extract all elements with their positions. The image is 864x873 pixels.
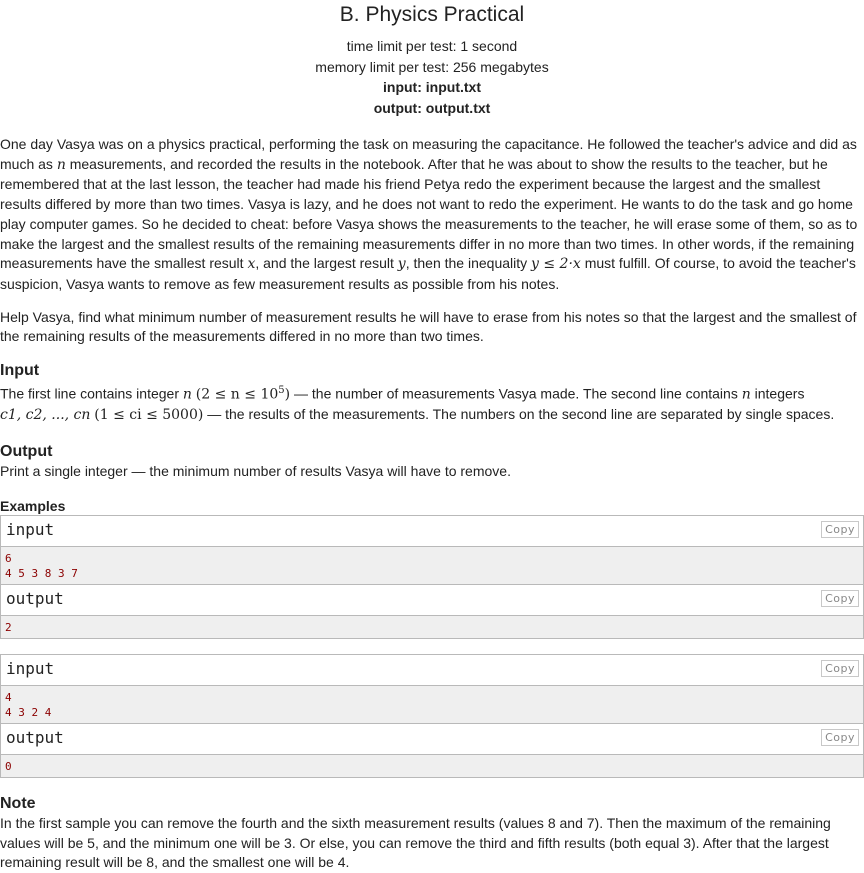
copy-button[interactable]: Copy [821, 728, 859, 746]
note-text: In the first sample you can remove the f… [0, 814, 831, 871]
math-var: y [397, 256, 406, 273]
examples-title: Examples [0, 497, 66, 514]
example-1: input Copy 6 4 5 3 8 3 7 output Copy 2 [0, 514, 864, 639]
time-limit: time limit per test: 1 second [346, 38, 518, 54]
examples-section: Examples input Copy 6 4 5 3 8 3 7 output… [0, 497, 864, 778]
output-header: output Copy [1, 722, 863, 755]
text: The first line contains integer [0, 385, 183, 402]
text: measurements, and recorded the results i… [0, 155, 858, 272]
example-2: input Copy 4 4 3 2 4 output Copy 0 [0, 653, 864, 778]
input-data: 4 4 3 2 4 [1, 685, 863, 723]
copy-button[interactable]: Copy [821, 589, 859, 607]
text: , and the largest result [255, 255, 398, 272]
math-sequence: c1, c2, ..., cn [0, 407, 91, 424]
text: integers [750, 385, 805, 402]
math-constraint: (1 ≤ ci ≤ 5000) [94, 407, 204, 424]
input-file: input: input.txt [383, 79, 481, 95]
output-section: Output Print a single integer — the mini… [0, 442, 864, 482]
input-label: input [6, 658, 55, 678]
output-header: output Copy [1, 583, 863, 616]
math-inequality: y ≤ 2·x [531, 256, 581, 273]
input-section-title: Input [0, 362, 40, 380]
problem-statement: One day Vasya was on a physics practical… [0, 135, 864, 347]
input-section: Input The first line contains integer n … [0, 361, 864, 426]
output-file: output: output.txt [373, 99, 491, 116]
text: — the results of the measurements. The n… [203, 406, 835, 423]
output-data: 0 [1, 754, 863, 777]
output-label: output [6, 588, 64, 608]
output-section-text: Print a single integer — the minimum num… [0, 463, 511, 480]
memory-limit: memory limit per test: 256 megabytes [315, 58, 549, 75]
text: , then the inequality [405, 255, 532, 272]
statement-paragraph-2: Help Vasya, find what minimum number of … [0, 308, 857, 345]
text: — the number of measurements Vasya made.… [290, 385, 742, 402]
math-var: n [56, 156, 66, 173]
input-data: 6 4 5 3 8 3 7 [1, 546, 863, 584]
math-constraint: (2 ≤ n ≤ 10 [195, 386, 279, 403]
input-section-text: The first line contains integer n (2 ≤ n… [0, 381, 864, 426]
problem-title: B. Physics Practical [339, 3, 525, 26]
problem-header: B. Physics Practical time limit per test… [0, 0, 864, 118]
input-header: input Copy [1, 654, 863, 686]
input-label: input [6, 519, 55, 539]
copy-button[interactable]: Copy [821, 659, 859, 677]
input-header: input Copy [1, 515, 863, 547]
output-data: 2 [1, 615, 863, 638]
note-title: Note [0, 794, 36, 812]
copy-button[interactable]: Copy [821, 520, 859, 538]
statement-paragraph-1: One day Vasya was on a physics practical… [0, 135, 864, 295]
math-var: n [182, 386, 192, 403]
math-var: n [741, 386, 751, 403]
output-section-title: Output [0, 443, 53, 461]
output-label: output [6, 727, 64, 747]
note-section: Note In the first sample you can remove … [0, 794, 864, 873]
